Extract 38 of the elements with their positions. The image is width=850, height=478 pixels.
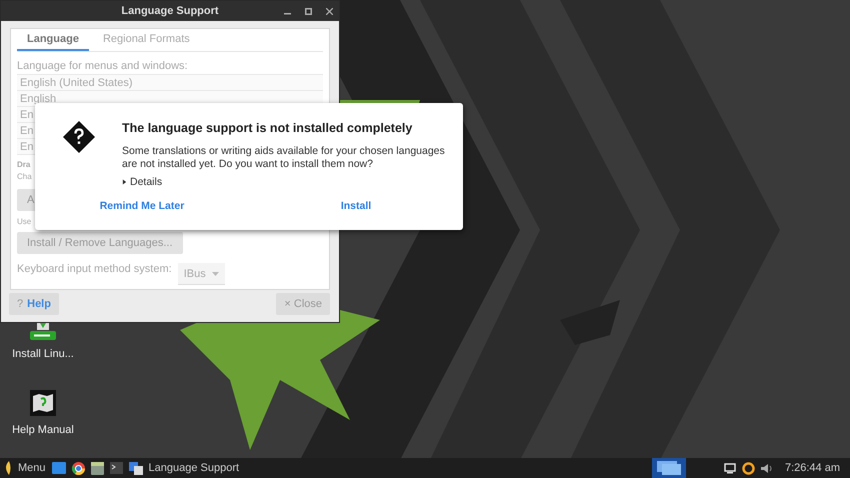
window-icon	[656, 461, 681, 475]
hint-text: Dra	[17, 159, 30, 171]
map-icon	[30, 390, 56, 416]
menu-button[interactable]: Menu	[18, 462, 46, 474]
triangle-icon	[122, 179, 127, 185]
browser-icon[interactable]	[72, 462, 85, 474]
taskbar-task[interactable]: Language Support	[148, 462, 240, 474]
details-expander[interactable]: Details	[122, 176, 447, 188]
dialog-button[interactable]: Install	[249, 200, 463, 230]
tab[interactable]: Language	[17, 29, 89, 51]
hint-text: Use	[17, 216, 32, 228]
language-row[interactable]: English (United States)	[17, 75, 323, 91]
window-icon[interactable]	[52, 462, 66, 474]
install-remove-button[interactable]: Install / Remove Languages...	[17, 232, 183, 254]
hint-text: Cha	[17, 171, 32, 183]
help-button[interactable]: ? Help	[9, 293, 59, 315]
question-icon	[62, 121, 94, 153]
close-button[interactable]: × Close	[276, 293, 330, 315]
leaf-icon[interactable]	[4, 461, 12, 475]
tab[interactable]: Regional Formats	[92, 29, 200, 51]
workspace-switcher[interactable]	[652, 458, 686, 478]
window-title: Language Support	[121, 5, 219, 17]
dialog-message: Some translations or writing aids available for your chosen languages are not installed yet. Do you want to install them now?	[122, 145, 446, 171]
speaker-icon[interactable]	[760, 462, 773, 474]
icon-label[interactable]: Help Manual	[12, 424, 74, 436]
caret-icon	[212, 272, 219, 276]
input-method-dropdown[interactable]: IBus	[178, 263, 225, 285]
icon-label[interactable]: Install Linu...	[12, 348, 74, 360]
translate-icon[interactable]	[128, 462, 143, 474]
close-icon[interactable]	[326, 8, 333, 14]
lifebuoy-icon[interactable]	[742, 462, 755, 474]
folder-icon[interactable]	[90, 462, 104, 474]
dialog-title: The language support is not installed completely	[122, 121, 414, 135]
input-method-label: Keyboard input method system:	[17, 263, 172, 275]
clock: 7:26:44 am	[784, 462, 840, 474]
display-icon[interactable]	[724, 462, 736, 474]
terminal-icon[interactable]	[110, 462, 123, 474]
maximize-icon[interactable]	[305, 8, 312, 14]
